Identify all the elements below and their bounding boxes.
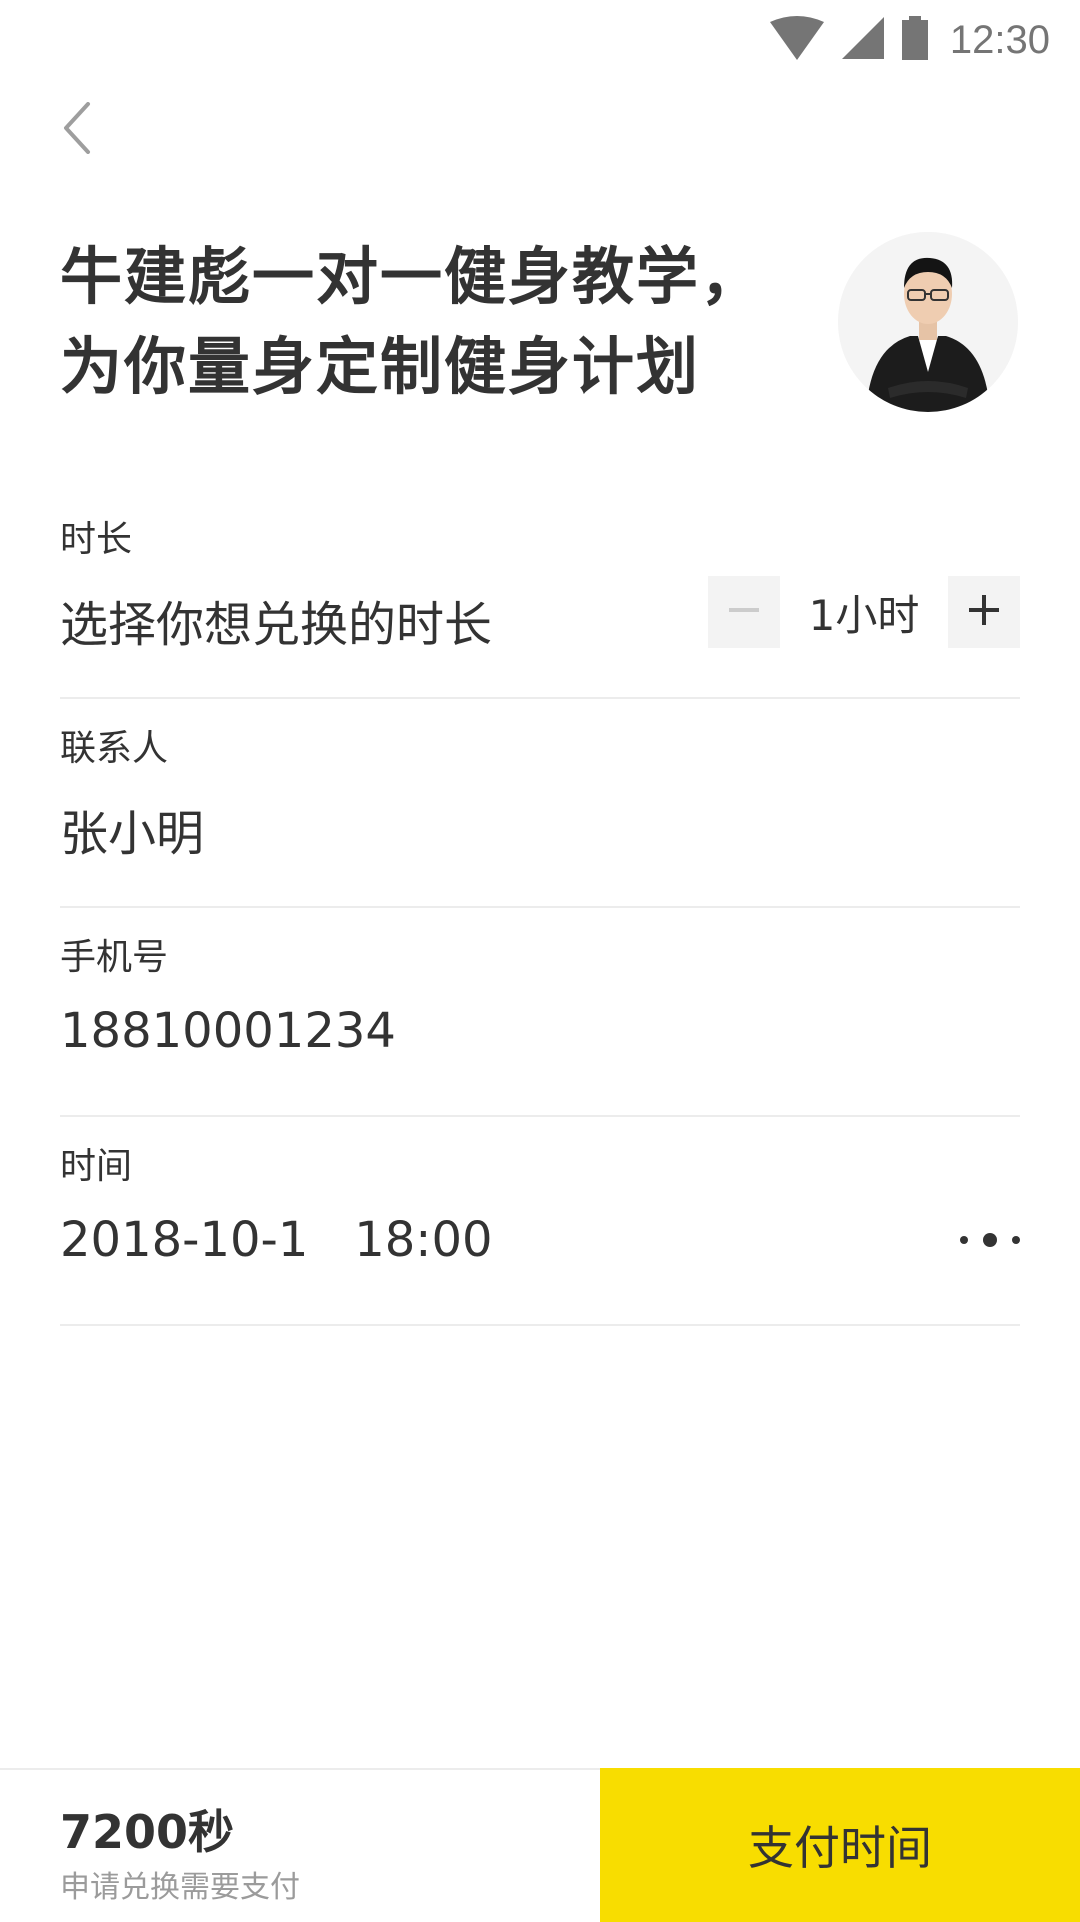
chevron-left-icon [62, 102, 92, 158]
status-bar: 12:30 [0, 0, 1080, 80]
time-field[interactable]: 时间 2018-10-1 18:00 [60, 1117, 1020, 1326]
phone-value[interactable]: 18810001234 [60, 1003, 396, 1059]
duration-stepper: 1小时 [708, 576, 1020, 648]
time-label: 时间 [60, 1146, 133, 1187]
avatar [838, 232, 1018, 412]
title-line-1: 牛建彪一对一健身教学， [60, 240, 765, 313]
plus-icon [969, 595, 999, 629]
time-value[interactable]: 2018-10-1 18:00 [60, 1212, 493, 1268]
phone-label: 手机号 [60, 937, 169, 978]
decrease-button[interactable] [708, 576, 780, 648]
title-line-2: 为你量身定制健身计划 [60, 330, 701, 403]
status-time: 12:30 [949, 17, 1050, 62]
contact-value[interactable]: 张小明 [60, 794, 204, 864]
signal-icon [841, 17, 884, 63]
contact-field[interactable]: 联系人 张小明 [60, 699, 1020, 908]
bottom-bar: 7200秒 申请兑换需要支付 支付时间 [0, 1768, 1080, 1922]
duration-field: 时长 选择你想兑换的时长 1小时 [60, 490, 1020, 699]
pay-button[interactable]: 支付时间 [600, 1768, 1080, 1922]
wifi-icon [769, 16, 824, 64]
page-title: 牛建彪一对一健身教学， 为你量身定制健身计划 [60, 232, 800, 412]
increase-button[interactable] [948, 576, 1020, 648]
price-amount: 7200秒 [60, 1805, 235, 1859]
more-icon [960, 1233, 1020, 1247]
status-icons: 12:30 [769, 12, 1050, 68]
back-button[interactable] [52, 100, 102, 160]
contact-label: 联系人 [60, 728, 169, 769]
phone-field[interactable]: 手机号 18810001234 [60, 908, 1020, 1117]
battery-icon [901, 16, 928, 64]
time-more-button[interactable] [960, 1225, 1020, 1255]
duration-hint: 选择你想兑换的时长 [60, 597, 493, 653]
price-note: 申请兑换需要支付 [60, 1870, 300, 1905]
minus-icon [729, 595, 759, 629]
duration-label: 时长 [60, 519, 133, 560]
duration-value: 1小时 [808, 590, 920, 640]
booking-form: 时长 选择你想兑换的时长 1小时 联系人 张小明 手机号 18810001234… [60, 490, 1020, 1326]
